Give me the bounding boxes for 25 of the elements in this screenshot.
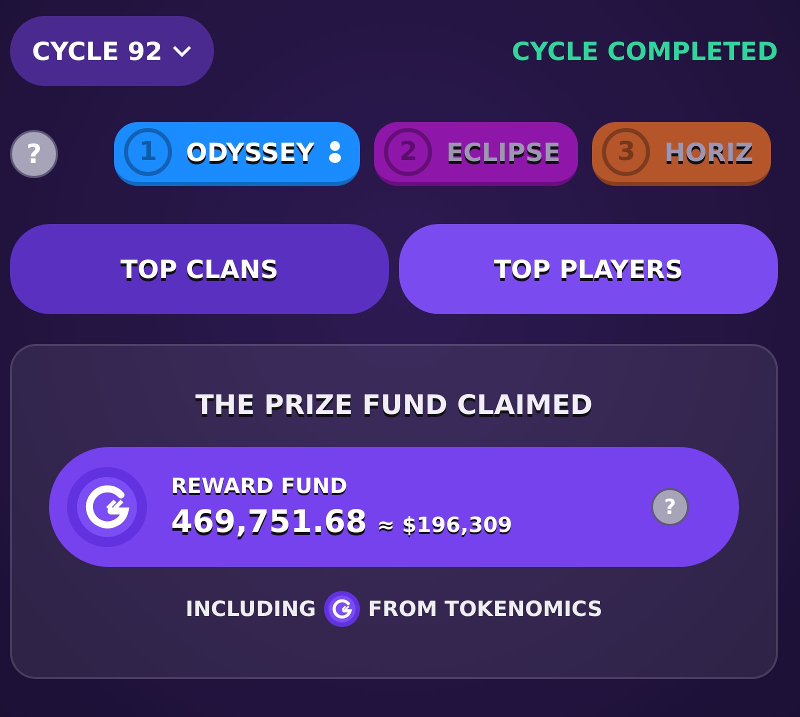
coin-icon — [324, 591, 360, 627]
league-number: 1 — [124, 128, 172, 176]
league-tab[interactable]: 3 HORIZ — [592, 122, 772, 186]
fund-label: REWARD FUND — [171, 474, 348, 498]
source-text: FROM TOKENOMICS — [368, 597, 602, 621]
league-name: HORIZ — [664, 138, 754, 166]
league-tab[interactable]: 2 ECLIPSE — [374, 122, 578, 186]
person-icon — [328, 140, 342, 164]
cycle-dropdown[interactable]: CYCLE 92 — [10, 16, 214, 86]
league-number: 3 — [602, 128, 650, 176]
fund-amount: 469,751.68 — [171, 504, 368, 540]
league-tab[interactable]: 1 ODYSSEY — [114, 122, 360, 186]
chevron-down-icon — [172, 45, 192, 57]
league-name: ODYSSEY — [186, 138, 314, 166]
cycle-status: CYCLE COMPLETED — [512, 36, 778, 66]
ranking-tab[interactable]: TOP PLAYERS — [399, 224, 778, 314]
fund-usd-value: ≈ $196,309 — [377, 513, 512, 537]
ranking-tab[interactable]: TOP CLANS — [10, 224, 389, 314]
prize-title: THE PRIZE FUND CLAIMED — [195, 390, 593, 421]
coin-icon — [67, 467, 147, 547]
league-number: 2 — [384, 128, 432, 176]
help-button[interactable]: ? — [10, 130, 58, 178]
including-text: INCLUDING — [186, 597, 316, 621]
help-button[interactable]: ? — [651, 488, 689, 526]
league-name: ECLIPSE — [446, 138, 560, 166]
